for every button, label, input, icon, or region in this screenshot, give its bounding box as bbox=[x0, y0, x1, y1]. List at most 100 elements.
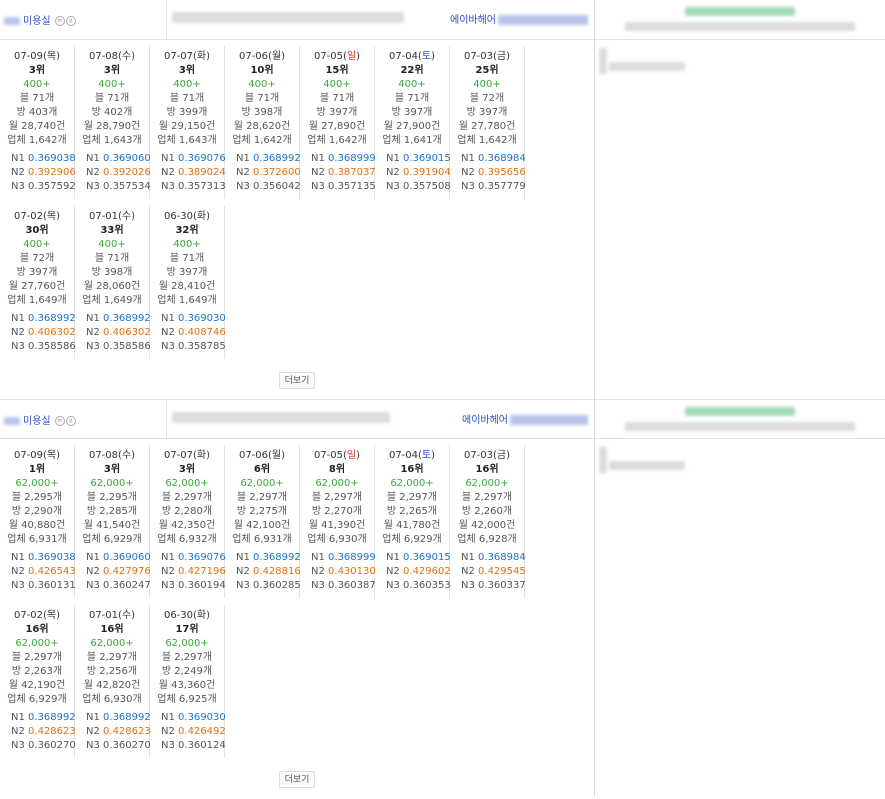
n3-score: N3 0.357508 bbox=[386, 181, 451, 192]
n2-value: 0.428623 bbox=[28, 726, 76, 737]
rank-card: 07-02(목) 30위 400+ 블 72개 방 397개 월 27,760건 업체 1,… bbox=[0, 206, 76, 359]
date-tail: ) bbox=[56, 51, 61, 62]
weekday: 금 bbox=[496, 51, 507, 62]
n-scores: N1 0.369038 N2 0.392906 N3 0.357592 bbox=[0, 152, 76, 194]
rank-value: 32위 bbox=[175, 225, 199, 236]
n2-score: N2 0.406302 bbox=[11, 327, 76, 338]
detail-column bbox=[594, 0, 885, 797]
n1-value: 0.368984 bbox=[478, 552, 526, 563]
place-icon[interactable]: p bbox=[65, 16, 76, 26]
monthly-search-count: 월 40,880건 bbox=[8, 520, 66, 531]
n1-value: 0.368984 bbox=[478, 153, 526, 164]
detail-block-2 bbox=[595, 399, 885, 473]
n2-value: 0.428623 bbox=[103, 726, 151, 737]
visitor-review-count: 방 397개 bbox=[316, 107, 358, 118]
visitor-review-count: 방 2,285개 bbox=[86, 506, 138, 517]
map-icon[interactable]: m bbox=[54, 416, 65, 426]
n1-score: N1 0.369030 bbox=[161, 712, 226, 723]
n-scores: N1 0.368992 N2 0.428623 N3 0.360270 bbox=[75, 711, 151, 753]
rank-value: 22위 bbox=[400, 65, 424, 76]
date-label: 07-07(화) bbox=[150, 50, 224, 64]
n1-score: N1 0.369015 bbox=[386, 552, 451, 563]
n1-value: 0.369038 bbox=[28, 153, 76, 164]
n-scores: N1 0.368999 N2 0.387037 N3 0.357135 bbox=[300, 152, 376, 194]
rank-card: 07-05(일) 8위 62,000+ 블 2,297개 방 2,270개 월 41,39… bbox=[300, 445, 376, 598]
n3-value: 0.357779 bbox=[478, 181, 526, 192]
n-scores: N1 0.369038 N2 0.426543 N3 0.360131 bbox=[0, 551, 76, 593]
owner-link[interactable]: 에이바헤어 bbox=[462, 411, 588, 426]
n3-value: 0.358586 bbox=[103, 341, 151, 352]
n1-score: N1 0.368984 bbox=[461, 153, 526, 164]
n1-score: N1 0.369076 bbox=[161, 552, 226, 563]
n1-value: 0.369060 bbox=[103, 552, 151, 563]
rank-card: 07-03(금) 16위 62,000+ 블 2,297개 방 2,260개 월 42,0… bbox=[450, 445, 526, 598]
n2-value: 0.406302 bbox=[28, 327, 76, 338]
place-name[interactable]: 미용실 mp bbox=[4, 12, 76, 27]
visitor-review-count: 방 397개 bbox=[166, 267, 208, 278]
date-label: 06-30(화) bbox=[150, 210, 224, 224]
date-tail: ) bbox=[131, 51, 136, 62]
rank-value: 33위 bbox=[100, 225, 124, 236]
redacted-bar bbox=[599, 447, 607, 473]
n3-value: 0.360270 bbox=[103, 740, 151, 751]
date-label: 07-04(토) bbox=[375, 50, 449, 64]
visitor-review-count: 방 399개 bbox=[166, 107, 208, 118]
n3-score: N3 0.360285 bbox=[236, 580, 301, 591]
redacted-subtitle bbox=[625, 422, 855, 431]
n2-value: 0.406302 bbox=[103, 327, 151, 338]
rank-value: 6위 bbox=[253, 464, 271, 475]
visitor-review-count: 방 2,270개 bbox=[311, 506, 363, 517]
visitor-review-count: 방 2,265개 bbox=[386, 506, 438, 517]
n1-score: N1 0.369030 bbox=[161, 313, 226, 324]
more-button[interactable]: 더보기 bbox=[279, 372, 315, 389]
blog-review-count: 블 2,297개 bbox=[11, 652, 63, 663]
n2-score: N2 0.387037 bbox=[311, 167, 376, 178]
date-tail: ) bbox=[206, 610, 211, 621]
weekday: 화 bbox=[196, 610, 207, 621]
n1-score: N1 0.368992 bbox=[86, 712, 151, 723]
place-icon[interactable]: p bbox=[65, 416, 76, 426]
date-md: 07-09( bbox=[13, 450, 47, 461]
n1-value: 0.368999 bbox=[328, 153, 376, 164]
n1-score: N1 0.368992 bbox=[236, 153, 301, 164]
redacted-keyword bbox=[172, 412, 390, 423]
place-name[interactable]: 미용실 mp bbox=[4, 412, 76, 427]
n-scores: N1 0.369030 N2 0.408746 N3 0.358785 bbox=[150, 312, 226, 354]
weekday: 금 bbox=[496, 450, 507, 461]
n3-score: N3 0.360353 bbox=[386, 580, 451, 591]
n2-score: N2 0.427196 bbox=[161, 566, 226, 577]
weekday: 목 bbox=[46, 51, 57, 62]
search-volume: 62,000+ bbox=[315, 478, 359, 489]
map-icon[interactable]: m bbox=[54, 16, 65, 26]
date-label: 07-01(수) bbox=[75, 210, 149, 224]
n3-score: N3 0.357779 bbox=[461, 181, 526, 192]
blog-review-count: 블 2,297개 bbox=[161, 492, 213, 503]
date-md: 07-07( bbox=[163, 450, 197, 461]
n1-score: N1 0.369015 bbox=[386, 153, 451, 164]
rank-card: 07-08(수) 3위 62,000+ 블 2,295개 방 2,285개 월 41,54… bbox=[75, 445, 151, 598]
n1-value: 0.369030 bbox=[178, 712, 226, 723]
visitor-review-count: 방 2,280개 bbox=[161, 506, 213, 517]
redacted-owner bbox=[510, 415, 588, 425]
rank-card: 07-08(수) 3위 400+ 블 71개 방 402개 월 28,790건 업체 1,6… bbox=[75, 46, 151, 199]
detail-block-1 bbox=[595, 0, 885, 74]
n3-value: 0.360353 bbox=[403, 580, 451, 591]
date-label: 07-09(목) bbox=[0, 449, 74, 463]
date-tail: ) bbox=[56, 450, 61, 461]
n3-score: N3 0.357135 bbox=[311, 181, 376, 192]
n2-value: 0.392026 bbox=[103, 167, 151, 178]
date-md: 07-06( bbox=[238, 450, 272, 461]
owner-label: 에이바헤어 bbox=[462, 415, 508, 426]
visitor-review-count: 방 2,263개 bbox=[11, 666, 63, 677]
section-header: 미용실 mp 에이바헤어 bbox=[0, 0, 594, 40]
search-volume: 400+ bbox=[398, 79, 426, 90]
date-md: 07-04( bbox=[388, 51, 422, 62]
rank-card: 06-30(화) 32위 400+ 블 71개 방 397개 월 28,410건 업체 1,… bbox=[150, 206, 226, 359]
n3-value: 0.360337 bbox=[478, 580, 526, 591]
n-scores: N1 0.368992 N2 0.406302 N3 0.358586 bbox=[75, 312, 151, 354]
n3-value: 0.360247 bbox=[103, 580, 151, 591]
date-md: 07-08( bbox=[88, 450, 122, 461]
owner-link[interactable]: 에이바헤어 bbox=[450, 11, 588, 26]
n-scores: N1 0.369060 N2 0.427976 N3 0.360247 bbox=[75, 551, 151, 593]
more-button[interactable]: 더보기 bbox=[279, 771, 315, 788]
